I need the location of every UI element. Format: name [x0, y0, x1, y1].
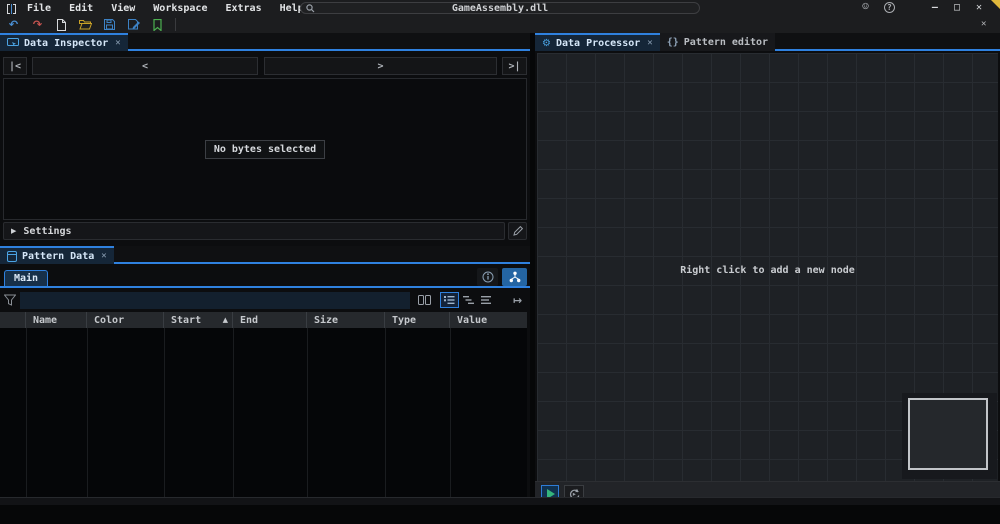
filter-input[interactable]: [20, 292, 410, 309]
inspector-nav-row: |< < > >|: [0, 57, 530, 75]
pattern-tree-view-button[interactable]: [502, 268, 527, 286]
column-start[interactable]: Start ▲: [164, 312, 233, 328]
column-size[interactable]: Size: [307, 312, 385, 328]
toolbar-separator: [175, 18, 176, 31]
search-value: GameAssembly.dll: [452, 3, 548, 14]
node-editor-minimap[interactable]: [902, 393, 997, 479]
node-editor-canvas[interactable]: Right click to add a new node: [537, 53, 998, 481]
maximize-button[interactable]: □: [954, 2, 960, 13]
tab-pattern-editor[interactable]: {} Pattern editor: [660, 33, 775, 51]
inspector-settings-header[interactable]: ▶ Settings: [3, 222, 505, 240]
undo-icon[interactable]: ↶: [7, 18, 20, 31]
canvas-hint-text: Right click to add a new node: [537, 265, 998, 276]
flat-view-icon: [481, 295, 492, 305]
titlebar-right: ☺ ? – □ ✕: [862, 1, 982, 13]
redo-icon[interactable]: ↷: [31, 18, 44, 31]
gear-icon: ⚙: [542, 38, 551, 49]
subtab-main[interactable]: Main: [4, 270, 48, 286]
nav-first-button[interactable]: |<: [3, 57, 27, 75]
search-icon: [306, 4, 315, 16]
nav-prev-button[interactable]: <: [32, 57, 258, 75]
bookmark-icon[interactable]: [151, 19, 164, 31]
top-band: File Edit View Workspace Extras Help Gam…: [0, 0, 1000, 33]
banner-close-icon[interactable]: ✕: [981, 19, 986, 29]
imhex-window: File Edit View Workspace Extras Help Gam…: [0, 0, 1000, 524]
collapse-triangle-icon: ▶: [11, 227, 16, 235]
tab-label: Pattern editor: [684, 37, 768, 48]
view-columns-button[interactable]: [415, 292, 434, 308]
filter-funnel-icon: [4, 294, 16, 309]
pattern-subtab-row: Main: [0, 268, 530, 288]
nightly-build-corner-flag: [991, 0, 1000, 9]
window-controls: – □ ✕: [932, 2, 982, 13]
tab-label: Data Processor: [556, 38, 640, 49]
status-strip: [0, 497, 1000, 505]
tab-close-icon[interactable]: ✕: [115, 38, 120, 48]
view-flat-button[interactable]: [477, 292, 496, 308]
toolbar: ↶ ↷: [0, 16, 176, 33]
column-start-label: Start: [171, 315, 201, 326]
sort-ascending-icon: ▲: [223, 316, 228, 324]
tab-data-inspector[interactable]: Data Inspector ✕: [0, 33, 128, 51]
pattern-data-icon: [7, 251, 17, 262]
tab-label: Data Inspector: [24, 38, 108, 49]
inspector-edit-button[interactable]: [508, 222, 527, 240]
minimize-button[interactable]: –: [932, 2, 938, 13]
view-tree-button[interactable]: [459, 292, 478, 308]
pattern-data-tabbar: Pattern Data ✕: [0, 246, 530, 264]
menu-bar: File Edit View Workspace Extras Help: [27, 3, 304, 14]
save-as-icon[interactable]: [127, 19, 140, 30]
braces-icon: {}: [667, 37, 679, 48]
imhex-logo-icon: [6, 3, 17, 14]
tab-pattern-data[interactable]: Pattern Data ✕: [0, 246, 114, 264]
tree-view-icon: [463, 295, 474, 305]
tab-label: Pattern Data: [22, 251, 94, 262]
save-icon[interactable]: [103, 19, 116, 30]
list-view-icon: [444, 295, 455, 305]
inspector-tabbar: Data Inspector ✕: [0, 33, 530, 51]
pattern-table-header: Name Color Start ▲ End Size Type Value: [0, 312, 527, 328]
menu-edit[interactable]: Edit: [69, 3, 93, 14]
close-button[interactable]: ✕: [976, 2, 982, 13]
pattern-filter-row: ↦: [0, 292, 530, 309]
minimap-viewport[interactable]: [908, 398, 988, 470]
auto-expand-button[interactable]: ↦: [508, 292, 527, 308]
tab-close-icon[interactable]: ✕: [647, 38, 652, 48]
data-inspector-icon: [7, 38, 19, 48]
tab-close-icon[interactable]: ✕: [101, 251, 106, 261]
inspector-content: No bytes selected: [3, 78, 527, 220]
nav-last-button[interactable]: >|: [502, 57, 527, 75]
title-bar: File Edit View Workspace Extras Help Gam…: [0, 0, 1000, 16]
view-list-button[interactable]: [440, 292, 459, 308]
columns-icon: [418, 295, 431, 305]
new-file-icon[interactable]: [55, 19, 68, 31]
help-icon[interactable]: ?: [884, 2, 895, 13]
pencil-icon: [513, 226, 523, 236]
right-panel: ⚙ Data Processor ✕ {} Pattern editor Rig…: [535, 33, 1000, 505]
global-search-input[interactable]: GameAssembly.dll: [300, 2, 700, 14]
info-icon: [482, 271, 494, 283]
pattern-info-button[interactable]: [477, 268, 498, 286]
column-value[interactable]: Value: [450, 312, 527, 328]
nav-next-button[interactable]: >: [264, 57, 497, 75]
settings-label: Settings: [23, 226, 71, 237]
tab-data-processor[interactable]: ⚙ Data Processor ✕: [535, 33, 660, 51]
no-bytes-selected-message: No bytes selected: [205, 140, 325, 159]
column-name[interactable]: Name: [26, 312, 87, 328]
pattern-table-body: [0, 328, 527, 497]
open-file-icon[interactable]: [79, 19, 92, 30]
menu-file[interactable]: File: [27, 3, 51, 14]
column-color[interactable]: Color: [87, 312, 164, 328]
feedback-smiley-icon[interactable]: ☺: [862, 1, 869, 13]
hierarchy-icon: [509, 271, 521, 283]
maps-to-icon: ↦: [513, 294, 522, 307]
processor-tabbar: ⚙ Data Processor ✕ {} Pattern editor: [535, 33, 1000, 51]
left-panel: Data Inspector ✕ |< < > >| No bytes sele…: [0, 33, 530, 497]
menu-workspace[interactable]: Workspace: [153, 3, 207, 14]
menu-view[interactable]: View: [111, 3, 135, 14]
column-color-swatch[interactable]: [0, 312, 26, 328]
column-end[interactable]: End: [233, 312, 307, 328]
menu-extras[interactable]: Extras: [225, 3, 261, 14]
column-type[interactable]: Type: [385, 312, 450, 328]
